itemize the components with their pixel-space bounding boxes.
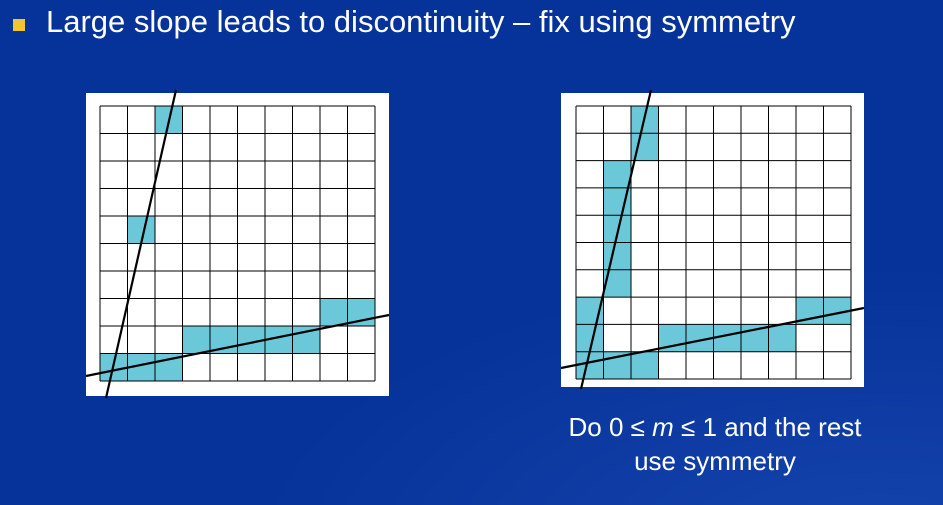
right-pixel-grid-diagram [560,89,865,390]
caption-line-2: use symmetry [634,446,796,476]
filled-pixel-cell [320,298,348,326]
filled-pixel-cell [182,326,210,354]
square-bullet-icon [13,18,25,31]
filled-pixel-cell [768,324,796,352]
slide-title: Large slope leads to discontinuity – fix… [46,4,796,39]
left-pixel-grid-diagram [85,89,390,399]
filled-pixel-cell [603,160,631,188]
filled-pixel-cell [603,242,631,270]
title-row: Large slope leads to discontinuity – fix… [13,4,796,40]
right-grid-svg [560,89,865,390]
caption-prefix: Do 0 ≤ [568,412,653,442]
shallow-line [560,306,865,370]
caption-line-1: Do 0 ≤ m ≤ 1 and the rest [515,410,915,444]
steep-line [579,89,653,390]
filled-pixel-cell [631,351,659,379]
caption-variable-m: m [652,412,674,442]
caption-suffix: ≤ 1 and the rest [673,412,862,442]
left-grid-svg [85,89,390,399]
caption: Do 0 ≤ m ≤ 1 and the rest use symmetry [515,410,915,478]
